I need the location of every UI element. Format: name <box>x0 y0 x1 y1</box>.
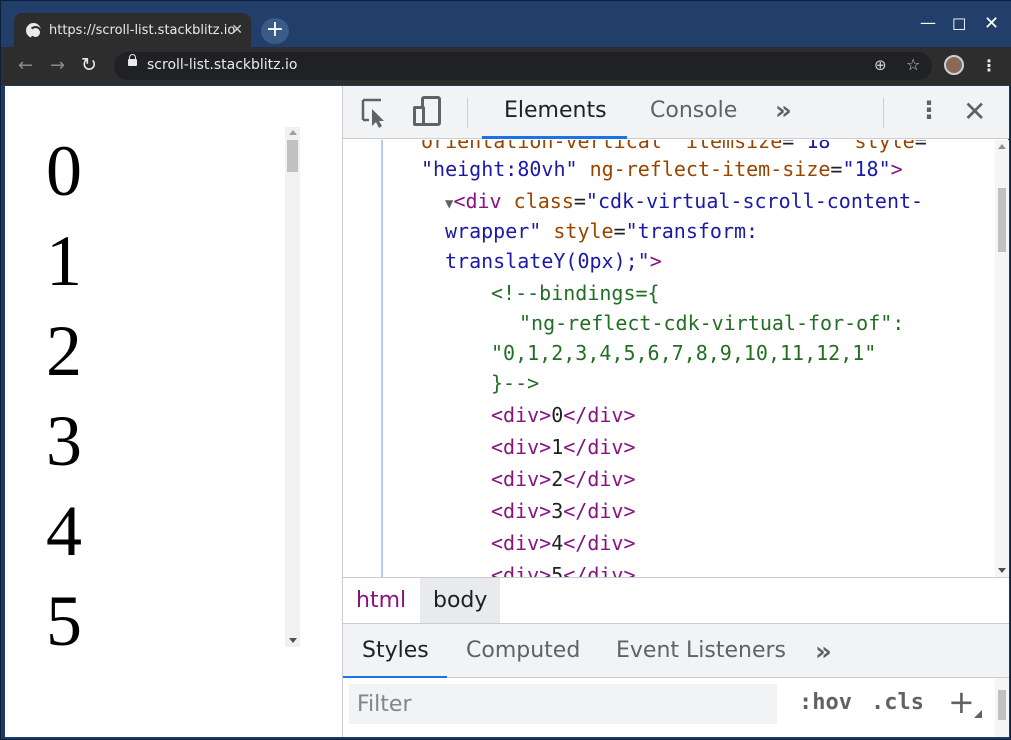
tab-title: https://scroll-list.stackblitz.io <box>49 22 236 38</box>
devtools-close-icon[interactable]: ✕ <box>963 95 986 128</box>
forward-arrow-icon[interactable]: → <box>50 55 65 76</box>
tab-elements[interactable]: Elements <box>504 98 607 123</box>
tab-styles[interactable]: Styles <box>362 638 429 663</box>
browser-window: https://scroll-list.stackblitz.io ✕ + — … <box>0 0 1011 740</box>
globe-icon <box>26 22 42 39</box>
new-style-rule-icon[interactable]: + <box>948 683 975 721</box>
dom-div-row[interactable]: <div>2</div> <box>491 464 636 494</box>
hov-toggle-button[interactable]: :hov <box>799 690 852 715</box>
profile-avatar[interactable] <box>944 55 964 75</box>
zoom-icon[interactable]: ⊕ <box>874 56 887 74</box>
styles-filter-bar: :hov .cls + <box>343 678 1009 737</box>
maximize-button[interactable]: ☐ <box>952 15 966 34</box>
list-item: 5 <box>46 581 82 646</box>
devtools-menu-icon[interactable]: ⋮ <box>917 96 941 124</box>
bookmark-star-icon[interactable]: ☆ <box>906 55 920 74</box>
more-tabs-icon[interactable]: » <box>815 637 832 667</box>
scroll-down-arrow-icon[interactable] <box>998 568 1006 573</box>
breadcrumb: html body <box>343 577 1009 623</box>
minimize-button[interactable]: — <box>920 13 936 32</box>
list-item: 2 <box>46 311 82 391</box>
dom-line[interactable]: translateY(0px);"> <box>445 246 662 276</box>
breadcrumb-html[interactable]: html <box>343 578 419 623</box>
list-scrollbar[interactable] <box>285 127 300 647</box>
scrollbar-thumb[interactable] <box>998 188 1006 252</box>
browser-tab[interactable]: https://scroll-list.stackblitz.io ✕ <box>14 13 251 47</box>
dom-line[interactable]: wrapper" style="transform: <box>445 216 758 246</box>
separator <box>883 98 884 128</box>
dom-comment[interactable]: "0,1,2,3,4,5,6,7,8,9,10,11,12,1" <box>491 338 876 368</box>
active-tab-indicator <box>482 136 627 139</box>
url-text[interactable]: scroll-list.stackblitz.io <box>147 57 297 73</box>
lock-icon[interactable] <box>128 54 137 66</box>
dom-div-row[interactable]: <div>0</div> <box>491 400 636 430</box>
filter-input[interactable] <box>349 684 777 724</box>
close-window-button[interactable]: ✕ <box>984 13 999 34</box>
tab-close-icon[interactable]: ✕ <box>231 22 243 38</box>
dom-div-row[interactable]: <div>5</div> <box>491 560 636 577</box>
tab-computed[interactable]: Computed <box>466 638 580 663</box>
breadcrumb-body[interactable]: body <box>420 578 501 623</box>
dom-comment[interactable]: "ng-reflect-cdk-virtual-for-of": <box>519 308 904 338</box>
reload-icon[interactable]: ↻ <box>81 54 97 76</box>
devtools-tab-bar: Elements Console » ⋮ ✕ <box>343 86 1009 139</box>
dom-scrollbar[interactable] <box>995 140 1009 577</box>
cls-toggle-button[interactable]: .cls <box>871 690 924 715</box>
scrollbar-thumb[interactable] <box>998 690 1006 720</box>
back-arrow-icon[interactable]: ← <box>18 55 33 76</box>
scroll-up-arrow-icon[interactable] <box>289 130 297 135</box>
dom-line-selected-div[interactable]: ▼<div class="cdk-virtual-scroll-content- <box>445 186 923 219</box>
scroll-down-arrow-icon[interactable] <box>289 638 297 643</box>
dom-div-row[interactable]: <div>3</div> <box>491 496 636 526</box>
separator <box>467 98 468 128</box>
dom-div-row[interactable]: <div>1</div> <box>491 432 636 462</box>
more-tabs-icon[interactable]: » <box>775 96 792 126</box>
device-toolbar-icon[interactable] <box>413 96 443 128</box>
title-bar: https://scroll-list.stackblitz.io ✕ + — … <box>1 1 1011 47</box>
list-item: 1 <box>46 221 82 301</box>
browser-menu-icon[interactable]: ⋮ <box>981 56 997 75</box>
list-item: 3 <box>46 401 82 481</box>
dom-comment[interactable]: }--> <box>491 368 539 398</box>
new-tab-button[interactable]: + <box>261 18 289 44</box>
dom-comment[interactable]: <!--bindings={ <box>491 278 660 308</box>
indent-guide <box>381 140 383 577</box>
dom-line[interactable]: "height:80vh" ng-reflect-item-size="18"> <box>421 154 903 184</box>
virtual-scroll-list[interactable]: 0 1 2 3 4 5 <box>41 126 301 646</box>
list-item: 4 <box>46 491 82 571</box>
tab-console[interactable]: Console <box>650 98 737 123</box>
styles-tab-bar: Styles Computed Event Listeners » <box>343 623 1009 679</box>
devtools-panel: Elements Console » ⋮ ✕ orientation-verti… <box>342 86 1009 737</box>
list-item: 0 <box>46 131 82 211</box>
scroll-up-arrow-icon[interactable] <box>998 144 1006 149</box>
tab-event-listeners[interactable]: Event Listeners <box>616 638 786 663</box>
rule-menu-corner-icon[interactable] <box>974 710 982 718</box>
styles-scrollbar[interactable] <box>995 678 1009 737</box>
dom-div-row[interactable]: <div>4</div> <box>491 528 636 558</box>
dom-tree[interactable]: orientation-vertical itemsize="18" style… <box>343 140 1009 577</box>
inspect-element-icon[interactable] <box>361 98 391 128</box>
page-viewport: 0 1 2 3 4 5 <box>5 86 342 737</box>
